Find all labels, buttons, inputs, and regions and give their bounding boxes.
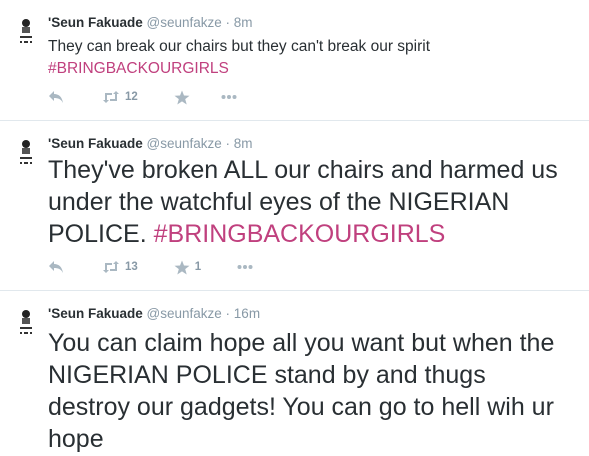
more-button[interactable] (221, 94, 237, 100)
user-name[interactable]: 'Seun Fakuade (48, 306, 143, 321)
retweet-button[interactable]: 13 (102, 260, 138, 274)
tweet[interactable]: 'Seun Fakuade @seunfakze · 8m They've br… (0, 121, 589, 291)
timeline: 'Seun Fakuade @seunfakze · 8m They can b… (0, 0, 589, 456)
reply-icon (49, 261, 63, 273)
separator: · (225, 136, 231, 151)
tweet-text-line: POLICE. #BRINGBACKOURGIRLS (48, 218, 579, 250)
tweet[interactable]: 'Seun Fakuade @seunfakze · 16m You can c… (0, 291, 589, 456)
tweet-actions: 12 (48, 88, 237, 106)
favorite-button[interactable] (174, 90, 195, 105)
tweet-time[interactable]: 8m (234, 15, 253, 30)
hashtag-link[interactable]: #BRINGBACKOURGIRLS (48, 58, 579, 80)
user-handle[interactable]: @seunfakze (147, 15, 222, 30)
user-handle[interactable]: @seunfakze (147, 136, 222, 151)
more-icon (237, 265, 253, 269)
reply-button[interactable] (48, 260, 64, 274)
retweet-icon (103, 261, 119, 273)
favorite-count: 1 (194, 261, 202, 273)
avatar-icon[interactable] (14, 307, 38, 343)
favorite-button[interactable]: 1 (174, 260, 201, 275)
tweet-actions: 13 1 (48, 258, 253, 276)
tweet-text-line: You can claim hope all you want but when… (48, 329, 555, 357)
user-name[interactable]: 'Seun Fakuade (48, 15, 143, 30)
retweet-count: 12 (125, 91, 138, 103)
tweet-header: 'Seun Fakuade @seunfakze · 16m (48, 306, 260, 322)
tweet-header: 'Seun Fakuade @seunfakze · 8m (48, 136, 253, 152)
tweet-text-line: under the watchful eyes of the NIGERIAN (48, 188, 510, 216)
retweet-icon (103, 91, 119, 103)
tweet[interactable]: 'Seun Fakuade @seunfakze · 8m They can b… (0, 0, 589, 121)
tweet-text-line: They can break our chairs but they can't… (48, 38, 431, 55)
tweet-text-segment: POLICE. (48, 220, 147, 248)
user-name[interactable]: 'Seun Fakuade (48, 136, 143, 151)
reply-icon (49, 91, 63, 103)
tweet-header: 'Seun Fakuade @seunfakze · 8m (48, 15, 253, 31)
avatar-icon[interactable] (14, 16, 38, 52)
tweet-time[interactable]: 16m (234, 306, 260, 321)
tweet-text-line: They've broken ALL our chairs and harmed… (48, 156, 558, 184)
tweet-text: You can claim hope all you want but when… (48, 327, 579, 455)
tweet-time[interactable]: 8m (234, 136, 253, 151)
more-icon (221, 95, 237, 99)
more-button[interactable] (237, 264, 253, 270)
separator: · (225, 15, 231, 30)
tweet-text: They can break our chairs but they can't… (48, 36, 579, 80)
reply-button[interactable] (48, 90, 64, 104)
retweet-button[interactable]: 12 (102, 90, 138, 104)
retweet-count: 13 (125, 261, 138, 273)
avatar-icon[interactable] (14, 137, 38, 173)
hashtag-link[interactable]: #BRINGBACKOURGIRLS (154, 220, 446, 248)
star-icon (174, 260, 190, 274)
user-handle[interactable]: @seunfakze (147, 306, 222, 321)
tweet-text-line: NIGERIAN POLICE stand by and thugs (48, 361, 486, 389)
tweet-text-line: destroy our gadgets! You can go to hell … (48, 393, 554, 421)
separator: · (225, 306, 231, 321)
tweet-text-line: hope (48, 425, 104, 453)
star-icon (174, 90, 190, 104)
tweet-text: They've broken ALL our chairs and harmed… (48, 154, 579, 250)
